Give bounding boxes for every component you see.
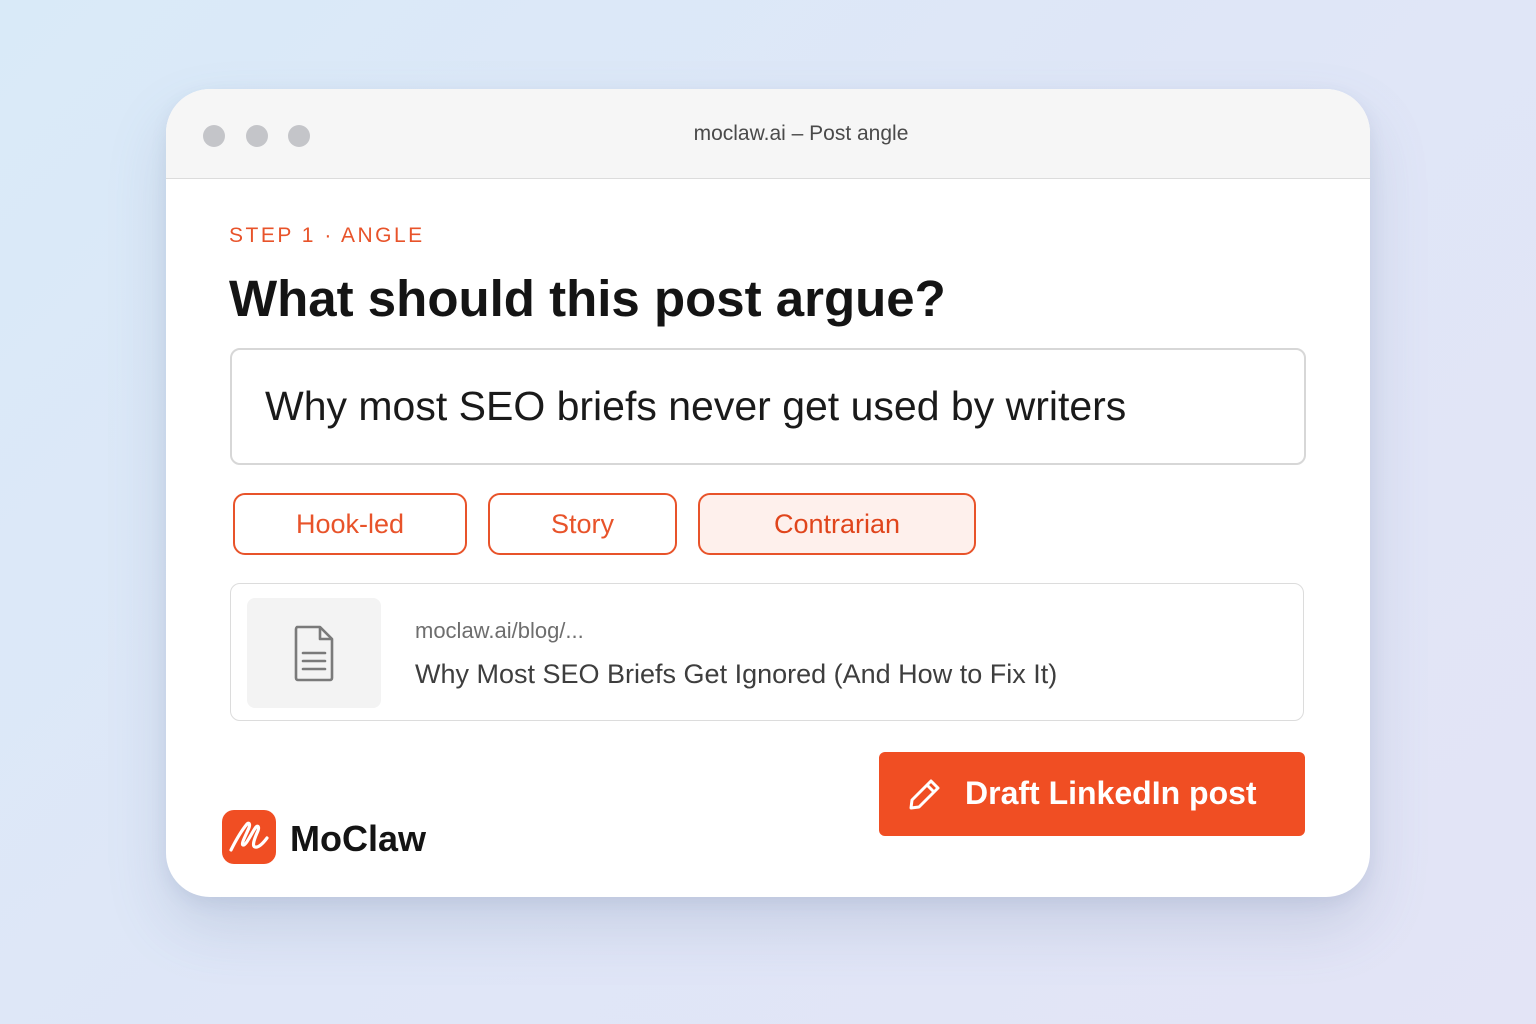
angle-chip-contrarian[interactable]: Contrarian — [698, 493, 976, 555]
source-link-card[interactable]: moclaw.ai/blog/... Why Most SEO Briefs G… — [230, 583, 1304, 721]
source-url: moclaw.ai/blog/... — [415, 618, 584, 643]
source-title: Why Most SEO Briefs Get Ignored (And How… — [415, 659, 1058, 689]
document-icon — [294, 625, 334, 682]
source-thumbnail — [247, 598, 381, 708]
angle-input[interactable] — [230, 348, 1306, 465]
draft-button-label: Draft LinkedIn post — [965, 775, 1257, 811]
pencil-icon — [909, 779, 940, 810]
moclaw-logo-icon — [222, 810, 276, 864]
app-window: moclaw.ai – Post angle STEP 1 · ANGLE Wh… — [166, 89, 1370, 897]
window-title: moclaw.ai – Post angle — [693, 122, 909, 145]
title-bar: moclaw.ai – Post angle — [166, 89, 1370, 179]
step-label: STEP 1 · ANGLE — [229, 224, 425, 247]
angle-chip-story[interactable]: Story — [488, 493, 677, 555]
angle-chip-hook-led[interactable]: Hook-led — [233, 493, 467, 555]
brand-name: MoClaw — [290, 818, 427, 859]
page-heading: What should this post argue? — [229, 270, 946, 327]
draft-linkedin-post-button[interactable]: Draft LinkedIn post — [879, 752, 1305, 836]
